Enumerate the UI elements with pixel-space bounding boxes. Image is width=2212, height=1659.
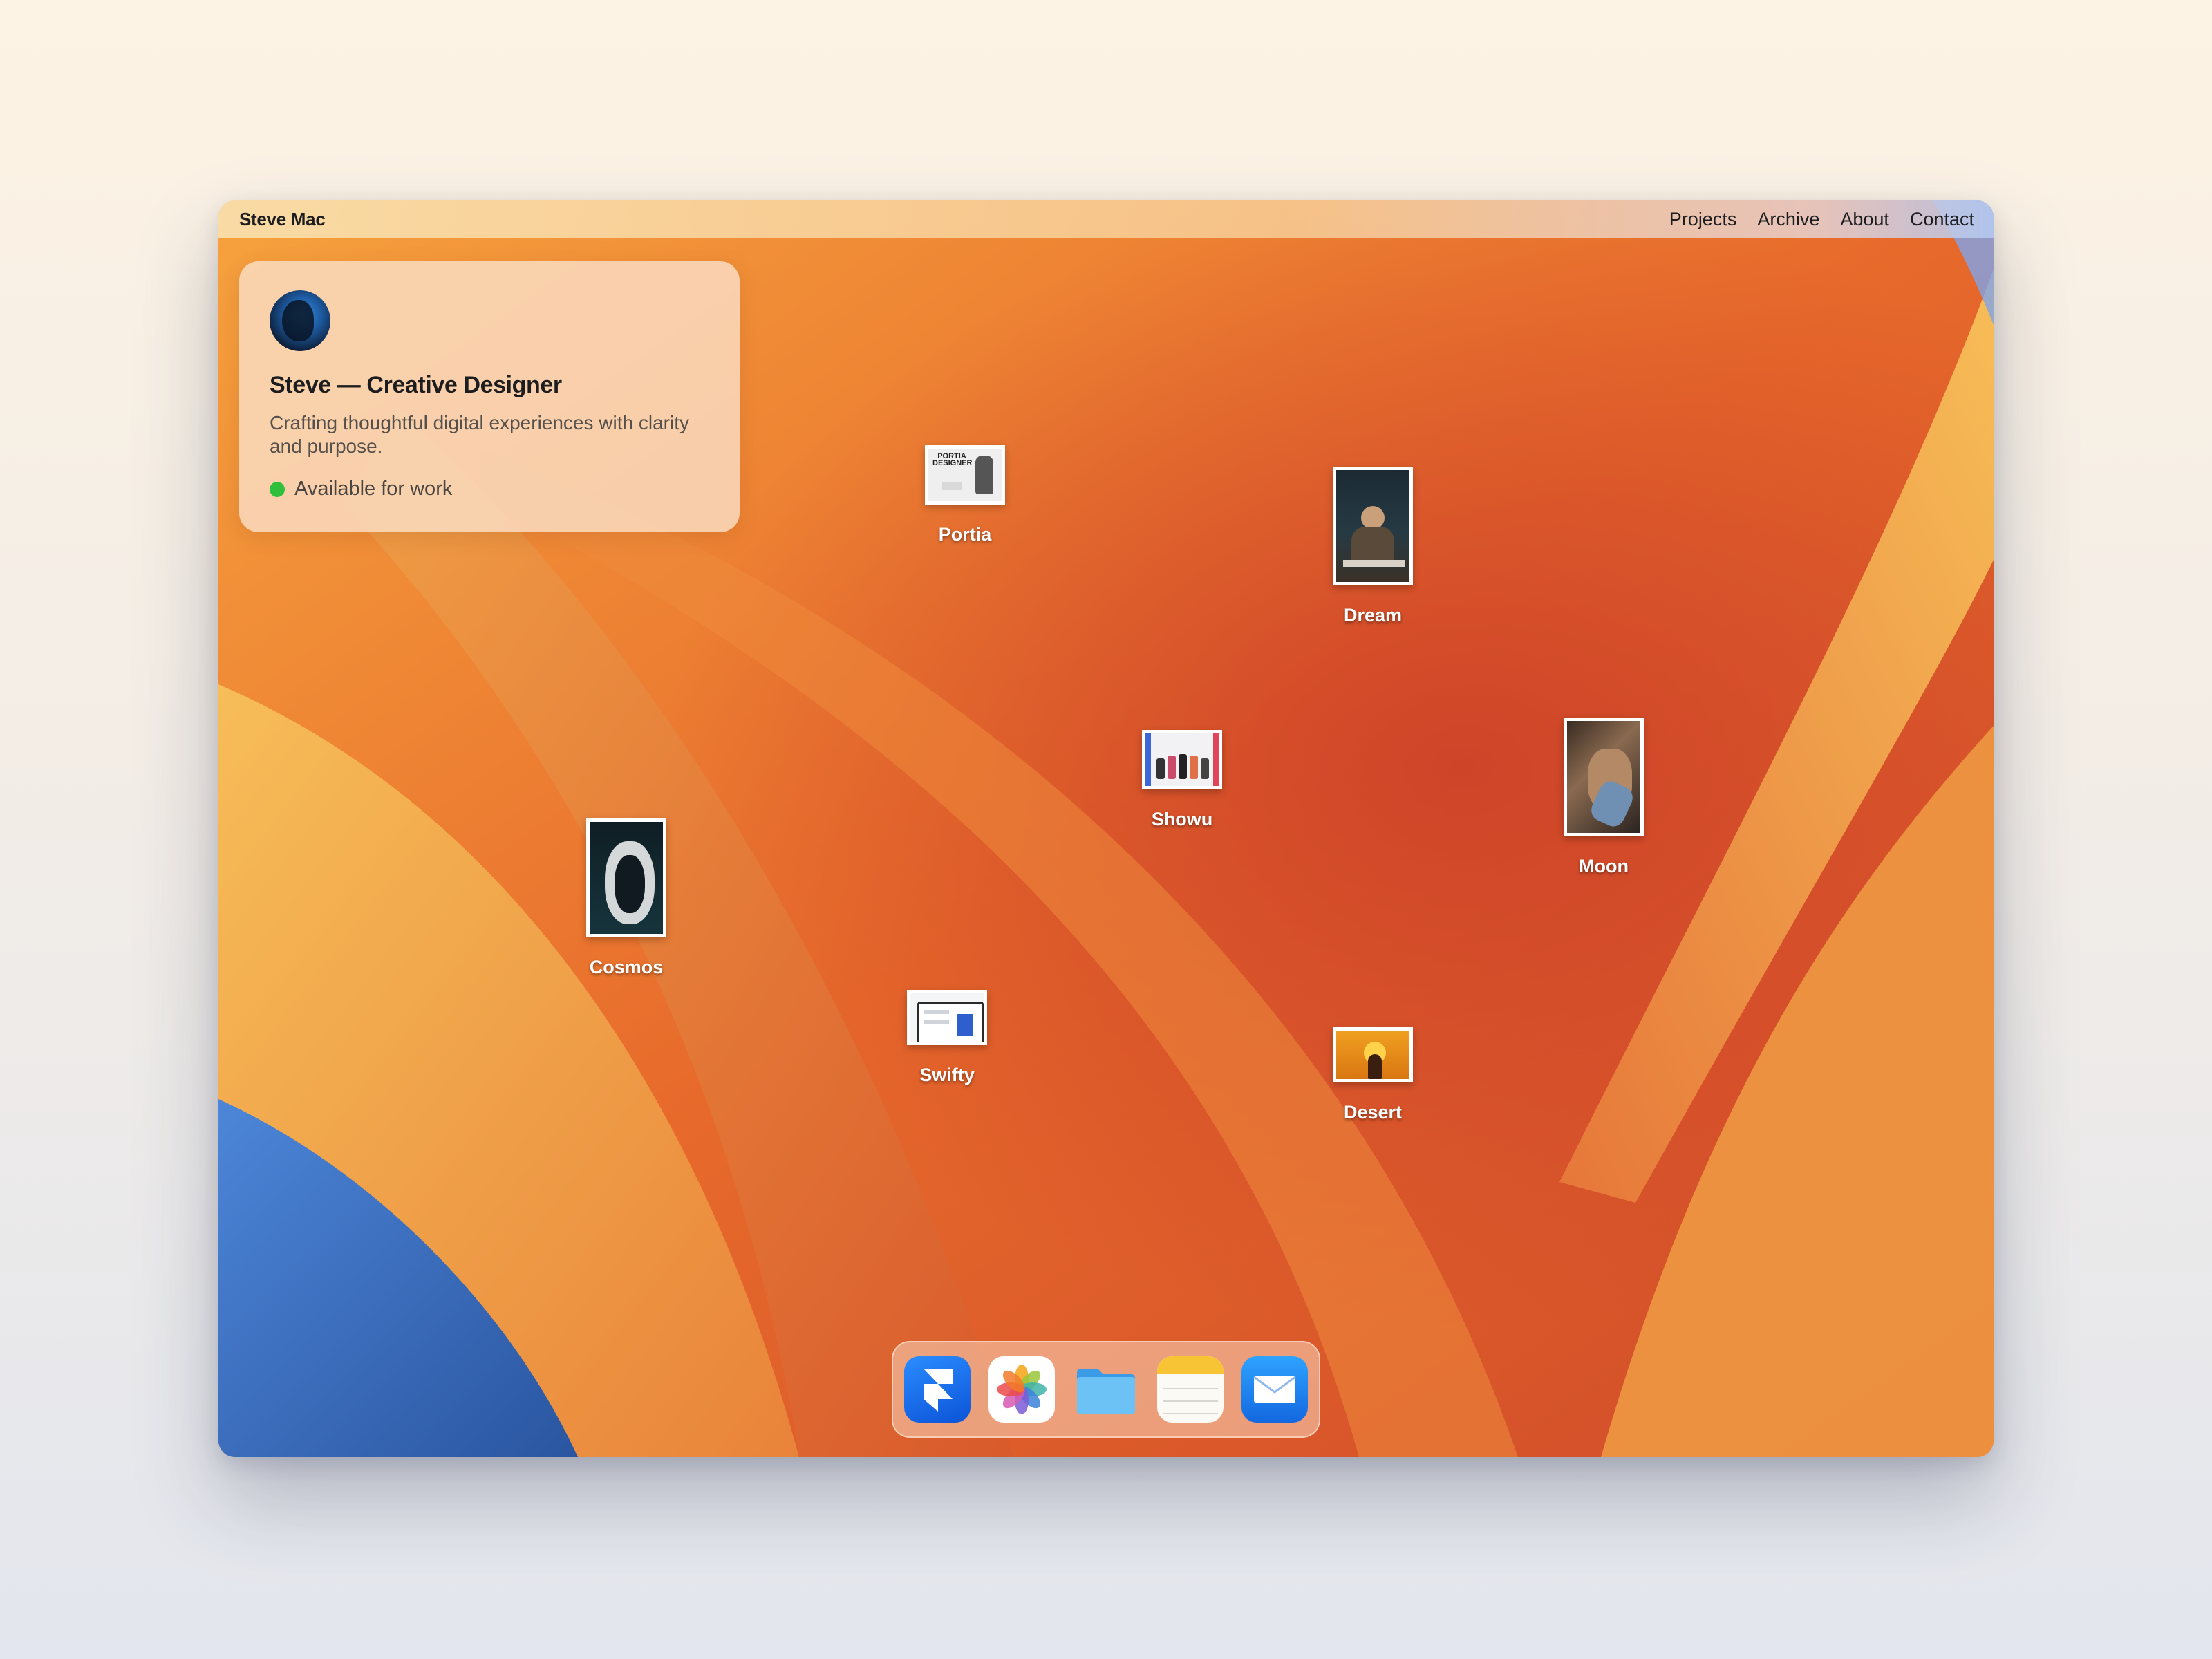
framer-icon[interactable] <box>904 1356 971 1423</box>
nav-projects[interactable]: Projects <box>1669 209 1737 230</box>
portia-thumb-text: PORTIA DESIGNER <box>932 452 973 467</box>
profile-description: Crafting thoughtful digital experiences … <box>270 412 689 457</box>
portia-thumbnail: PORTIA DESIGNER <box>925 445 1005 505</box>
desktop-item-label: Dream <box>1343 605 1403 626</box>
mail-icon[interactable] <box>1241 1356 1308 1423</box>
desktop-window: Steve Mac Projects Archive About Contact… <box>218 200 1994 1457</box>
desktop-item-showu[interactable]: Showu <box>1134 730 1230 830</box>
desktop-item-label: Showu <box>1151 809 1213 830</box>
menu-bar: Steve Mac Projects Archive About Contact <box>218 200 1994 238</box>
desktop-item-moon[interactable]: Moon <box>1555 718 1652 877</box>
availability-status: Available for work <box>270 478 709 500</box>
status-text: Available for work <box>294 478 453 500</box>
dock <box>892 1341 1320 1438</box>
profile-card: Steve — Creative Designer Crafting thoug… <box>239 261 740 532</box>
showu-thumbnail <box>1142 730 1222 789</box>
status-dot-icon <box>270 481 285 497</box>
nav-about[interactable]: About <box>1840 209 1889 230</box>
top-nav: Projects Archive About Contact <box>1669 209 1974 230</box>
desktop-item-label: Moon <box>1579 856 1629 877</box>
nav-archive[interactable]: Archive <box>1757 209 1819 230</box>
notes-icon[interactable] <box>1157 1356 1224 1423</box>
desktop-item-label: Portia <box>938 524 992 545</box>
cosmos-thumbnail <box>586 818 666 937</box>
desktop-item-label: Cosmos <box>589 957 664 977</box>
desktop-item-label: Swifty <box>919 1065 975 1085</box>
desktop-item-label: Desert <box>1343 1102 1403 1123</box>
desktop-item-dream[interactable]: Dream <box>1324 467 1421 626</box>
desert-thumbnail <box>1333 1027 1413 1082</box>
nav-contact[interactable]: Contact <box>1910 209 1974 230</box>
files-icon[interactable] <box>1073 1356 1139 1423</box>
desktop-item-portia[interactable]: PORTIA DESIGNER Portia <box>917 445 1013 545</box>
brand-name[interactable]: Steve Mac <box>239 209 326 230</box>
profile-title: Steve — Creative Designer <box>270 372 562 398</box>
moon-thumbnail <box>1564 718 1644 836</box>
swifty-thumbnail <box>907 990 987 1045</box>
dream-thumbnail <box>1333 467 1413 585</box>
desktop-item-desert[interactable]: Desert <box>1324 1027 1421 1123</box>
desktop-item-cosmos[interactable]: Cosmos <box>578 818 675 978</box>
photos-icon[interactable] <box>988 1356 1055 1423</box>
avatar <box>270 290 330 351</box>
desktop-item-swifty[interactable]: Swifty <box>899 990 995 1086</box>
